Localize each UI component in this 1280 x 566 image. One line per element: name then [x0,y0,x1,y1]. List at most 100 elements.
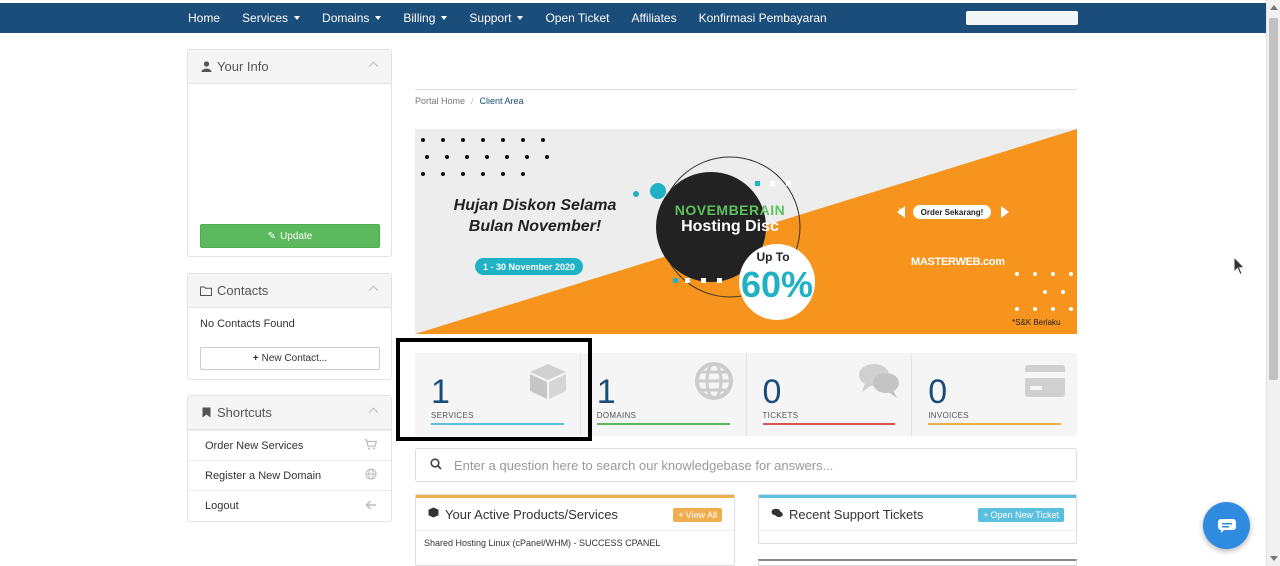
services-highlight-box [396,338,592,441]
redacted-account-area [966,11,1078,25]
stat-tile-invoices[interactable]: 0 INVOICES [912,353,1077,436]
shortcut-label: Register a New Domain [205,469,322,482]
comments-icon [859,364,900,398]
search-input[interactable] [454,457,1054,473]
contacts-title: Contacts [217,283,269,298]
mouse-cursor-icon [1233,256,1245,276]
support-tickets-card: Recent Support Tickets + Open New Ticket [758,494,1077,544]
card-title: Your Active Products/Services [445,506,618,522]
chevron-up-icon[interactable] [368,61,379,72]
banner-order-button[interactable]: Order Sekarang! [913,205,991,219]
credit-card-icon [1025,365,1065,397]
caret-down-icon [517,16,524,20]
new-contact-button[interactable]: + New Contact... [200,347,380,370]
card-title: Recent Support Tickets [789,506,924,522]
stat-bar [596,423,730,425]
scroll-down-arrow[interactable] [1270,556,1278,561]
search-icon [430,457,442,473]
nav-item-services[interactable]: Services [242,11,301,25]
nav-item-label: Open Ticket [545,11,610,25]
header-divider [415,89,1077,90]
nav-menu: Home Services Domains Billing Support Open Ti… [188,3,849,33]
shortcut-register-domain[interactable]: Register a New Domain [188,460,391,490]
update-label: Update [280,230,313,242]
active-products-card: Your Active Products/Services + View All… [415,494,735,566]
breadcrumb-current[interactable]: Client Area [480,96,524,106]
stat-tile-domains[interactable]: 1 DOMAINS [581,353,747,436]
caret-down-icon [294,16,301,20]
shortcut-order-new-services[interactable]: Order New Services [188,430,391,460]
banner-headline: Hujan Diskon Selama Bulan November! [435,195,635,237]
stat-bar [762,423,896,425]
plus-icon: + [983,510,989,520]
your-info-panel: Your Info ✎ Update [187,49,392,257]
nav-item-billing[interactable]: Billing [403,11,448,25]
open-new-ticket-button[interactable]: + Open New Ticket [978,508,1064,522]
chevron-up-icon[interactable] [368,285,379,296]
chevron-up-icon[interactable] [368,407,379,418]
nav-item-open-ticket[interactable]: Open Ticket [545,11,609,25]
nav-item-label: Home [188,11,221,25]
knowledgebase-search[interactable] [415,448,1077,482]
banner-headline-line2: Bulan November! [468,218,602,235]
folder-icon [200,285,212,297]
top-navbar: Home Services Domains Billing Support Open Ti… [0,3,1266,33]
contacts-header[interactable]: Contacts [188,274,391,308]
user-icon [200,61,212,73]
next-card-edge [758,559,1077,566]
promo-banner[interactable]: Hujan Diskon Selama Bulan November! 1 - … [415,129,1077,334]
arrow-left-icon [365,499,377,513]
open-new-ticket-label: Open New Ticket [990,510,1059,520]
plus-icon: + [252,353,259,364]
banner-brand-logo: MASTERWEB.com [911,256,1005,268]
nav-item-label: Konfirmasi Pembayaran [698,11,827,25]
globe-icon [365,468,377,483]
plus-icon: + [678,510,684,520]
banner-date-pill: 1 - 30 November 2020 [475,258,583,275]
update-button[interactable]: ✎ Update [200,224,380,248]
your-info-title: Your Info [217,59,269,74]
view-all-button[interactable]: + View All [673,508,722,522]
nav-item-label: Support [469,11,512,25]
no-contacts-text: No Contacts Found [200,318,295,330]
breadcrumb-separator: / [471,96,474,106]
pencil-icon: ✎ [267,230,277,242]
nav-item-home[interactable]: Home [188,11,220,25]
scroll-up-arrow[interactable] [1270,5,1278,10]
page-scrollbar[interactable] [1266,0,1280,566]
shortcuts-title: Shortcuts [217,405,272,420]
breadcrumb-home[interactable]: Portal Home [415,96,465,106]
shortcut-label: Logout [205,499,239,512]
caret-down-icon [375,16,382,20]
cart-icon [364,438,378,453]
banner-promo-subtitle: Hosting Disc [681,218,779,235]
bookmark-icon [200,407,212,419]
product-row[interactable]: Shared Hosting Linux (cPanel/WHM) - SUCC… [416,531,734,555]
banner-terms: *S&K Berlaku [1012,318,1061,327]
stat-value: 1 [596,373,616,411]
nav-item-konfirmasi-pembayaran[interactable]: Konfirmasi Pembayaran [699,11,827,25]
stat-label: TICKETS [762,411,799,420]
shortcuts-header[interactable]: Shortcuts [188,396,391,430]
contacts-panel: Contacts No Contacts Found + New Contact… [187,273,392,380]
shortcut-logout[interactable]: Logout [188,490,391,520]
live-chat-button[interactable] [1203,502,1250,549]
caret-down-icon [441,16,448,20]
stat-value: 0 [762,373,782,411]
banner-discount: 60% [740,264,814,305]
banner-up-to: Up To [756,250,790,264]
stat-label: INVOICES [928,411,969,420]
scroll-thumb[interactable] [1269,18,1278,380]
nav-item-support[interactable]: Support [469,11,524,25]
nav-item-label: Services [242,11,289,25]
view-all-label: View All [685,510,717,520]
new-contact-label: New Contact... [261,353,328,364]
nav-item-label: Domains [322,11,370,25]
your-info-header[interactable]: Your Info [188,50,391,84]
breadcrumb: Portal Home / Client Area [415,96,524,106]
nav-item-domains[interactable]: Domains [322,11,382,25]
nav-item-label: Billing [403,11,436,25]
stat-tile-tickets[interactable]: 0 TICKETS [747,353,913,436]
globe-icon [694,362,733,400]
nav-item-affiliates[interactable]: Affiliates [631,11,676,25]
